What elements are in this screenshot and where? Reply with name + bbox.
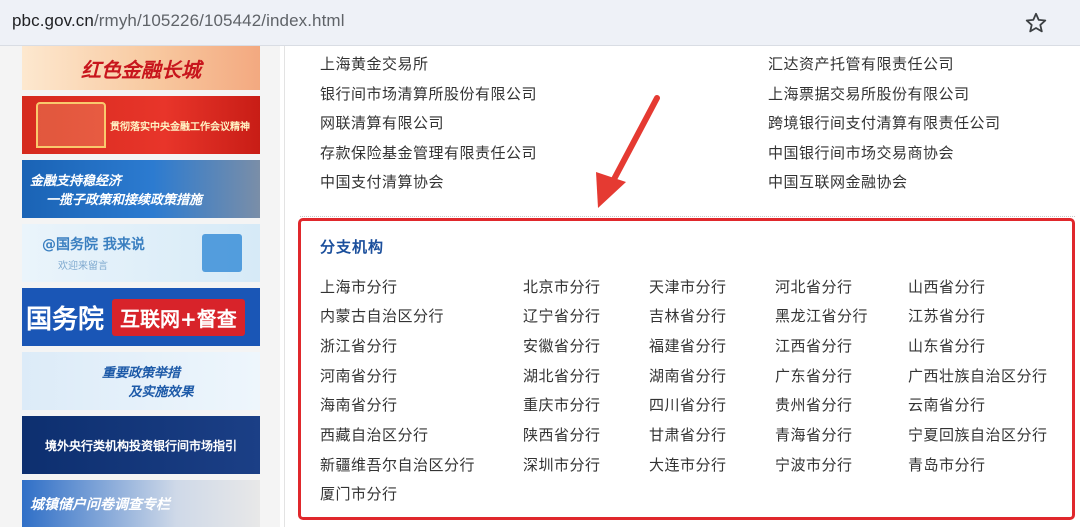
branch-link[interactable]: 黑龙江省分行 <box>775 305 868 326</box>
branch-link[interactable]: 吉林省分行 <box>649 305 727 326</box>
section-title-branches: 分支机构 <box>320 238 385 256</box>
banner-line2: 欢迎来留言 <box>58 261 108 272</box>
branch-link[interactable]: 内蒙古自治区分行 <box>320 305 444 326</box>
banner-internet-supervision[interactable]: 国务院 互联网+督查 <box>22 288 260 346</box>
branch-link[interactable]: 宁波市分行 <box>775 454 853 475</box>
org-link[interactable]: 上海票据交易所股份有限公司 <box>768 83 970 104</box>
branch-link[interactable]: 广东省分行 <box>775 365 853 386</box>
branch-link[interactable]: 山东省分行 <box>908 335 986 356</box>
branch-link[interactable]: 天津市分行 <box>649 276 727 297</box>
branch-link[interactable]: 陕西省分行 <box>523 424 601 445</box>
banner-policy-measures[interactable]: 重要政策举措及实施效果 <box>22 352 260 410</box>
org-link[interactable]: 中国支付清算协会 <box>320 171 444 192</box>
branch-link[interactable]: 福建省分行 <box>649 335 727 356</box>
url-domain: pbc.gov.cn <box>12 11 94 30</box>
org-link[interactable]: 网联清算有限公司 <box>320 112 444 133</box>
branch-link[interactable]: 上海市分行 <box>320 276 398 297</box>
branch-link[interactable]: 北京市分行 <box>523 276 601 297</box>
branch-link[interactable]: 四川省分行 <box>649 394 727 415</box>
branch-link[interactable]: 云南省分行 <box>908 394 986 415</box>
branch-link[interactable]: 厦门市分行 <box>320 483 398 504</box>
branch-link[interactable]: 山西省分行 <box>908 276 986 297</box>
building-icon <box>36 102 106 148</box>
banner-central-finance-conference[interactable]: 贯彻落实中央金融工作会议精神 <box>22 96 260 154</box>
branch-link[interactable]: 辽宁省分行 <box>523 305 601 326</box>
star-icon[interactable] <box>1024 11 1048 35</box>
org-link[interactable]: 汇达资产托管有限责任公司 <box>768 53 954 74</box>
banner-right: 互联网+督查 <box>112 298 245 336</box>
org-link[interactable]: 中国互联网金融协会 <box>768 171 908 192</box>
branch-link[interactable]: 河北省分行 <box>775 276 853 297</box>
banner-line1: 重要政策举措 <box>101 366 180 381</box>
branch-link[interactable]: 浙江省分行 <box>320 335 398 356</box>
banner-line2: 一揽子政策和接续政策措施 <box>46 193 203 208</box>
banner-text: 红色金融长城 <box>81 57 201 82</box>
computer-icon <box>202 234 242 272</box>
banner-left: 国务院 <box>26 304 105 335</box>
branch-link[interactable]: 贵州省分行 <box>775 394 853 415</box>
branch-link[interactable]: 大连市分行 <box>649 454 727 475</box>
branch-link[interactable]: 江苏省分行 <box>908 305 986 326</box>
banner-red-finance-wall[interactable]: 红色金融长城 <box>22 46 260 90</box>
branch-link[interactable]: 湖南省分行 <box>649 365 727 386</box>
section-divider <box>300 216 1075 217</box>
banner-text: 贯彻落实中央金融工作会议精神 <box>110 121 250 133</box>
banner-depositor-survey[interactable]: 城镇储户问卷调查专栏 <box>22 480 260 527</box>
banner-state-council-feedback[interactable]: @国务院 我来说欢迎来留言 <box>22 224 260 282</box>
branch-link[interactable]: 海南省分行 <box>320 394 398 415</box>
branch-link[interactable]: 河南省分行 <box>320 365 398 386</box>
branch-link[interactable]: 西藏自治区分行 <box>320 424 429 445</box>
banner-text: 城镇储户问卷调查专栏 <box>30 496 170 513</box>
branch-link[interactable]: 甘肃省分行 <box>649 424 727 445</box>
banner-line1: @国务院 我来说 <box>42 237 145 253</box>
branch-link[interactable]: 深圳市分行 <box>523 454 601 475</box>
org-link[interactable]: 跨境银行间支付清算有限责任公司 <box>768 112 1001 133</box>
address-bar[interactable]: pbc.gov.cn/rmyh/105226/105442/index.html <box>0 0 1080 46</box>
branch-link[interactable]: 宁夏回族自治区分行 <box>908 424 1048 445</box>
banner-line1: 金融支持稳经济 <box>30 174 122 189</box>
org-link[interactable]: 上海黄金交易所 <box>320 53 429 74</box>
banner-text: 境外央行类机构投资银行间市场指引 <box>44 438 237 453</box>
org-link[interactable]: 存款保险基金管理有限责任公司 <box>320 142 537 163</box>
branch-link[interactable]: 安徽省分行 <box>523 335 601 356</box>
url-text[interactable]: pbc.gov.cn/rmyh/105226/105442/index.html <box>12 11 345 31</box>
url-path: /rmyh/105226/105442/index.html <box>93 11 345 30</box>
org-link[interactable]: 银行间市场清算所股份有限公司 <box>320 83 537 104</box>
branch-link[interactable]: 青海省分行 <box>775 424 853 445</box>
branch-link[interactable]: 青岛市分行 <box>908 454 986 475</box>
branch-link[interactable]: 新疆维吾尔自治区分行 <box>320 454 475 475</box>
banner-line2: 及实施效果 <box>128 385 194 400</box>
sidebar: 红色金融长城 贯彻落实中央金融工作会议精神 金融支持稳经济一揽子政策和接续政策措… <box>0 46 280 527</box>
branch-link[interactable]: 江西省分行 <box>775 335 853 356</box>
banner-finance-support-economy[interactable]: 金融支持稳经济一揽子政策和接续政策措施 <box>22 160 260 218</box>
branch-link[interactable]: 湖北省分行 <box>523 365 601 386</box>
branch-link[interactable]: 广西壮族自治区分行 <box>908 365 1048 386</box>
banner-foreign-central-bank-guide[interactable]: 境外央行类机构投资银行间市场指引 <box>22 416 260 474</box>
org-link[interactable]: 中国银行间市场交易商协会 <box>768 142 954 163</box>
branch-link[interactable]: 重庆市分行 <box>523 394 601 415</box>
